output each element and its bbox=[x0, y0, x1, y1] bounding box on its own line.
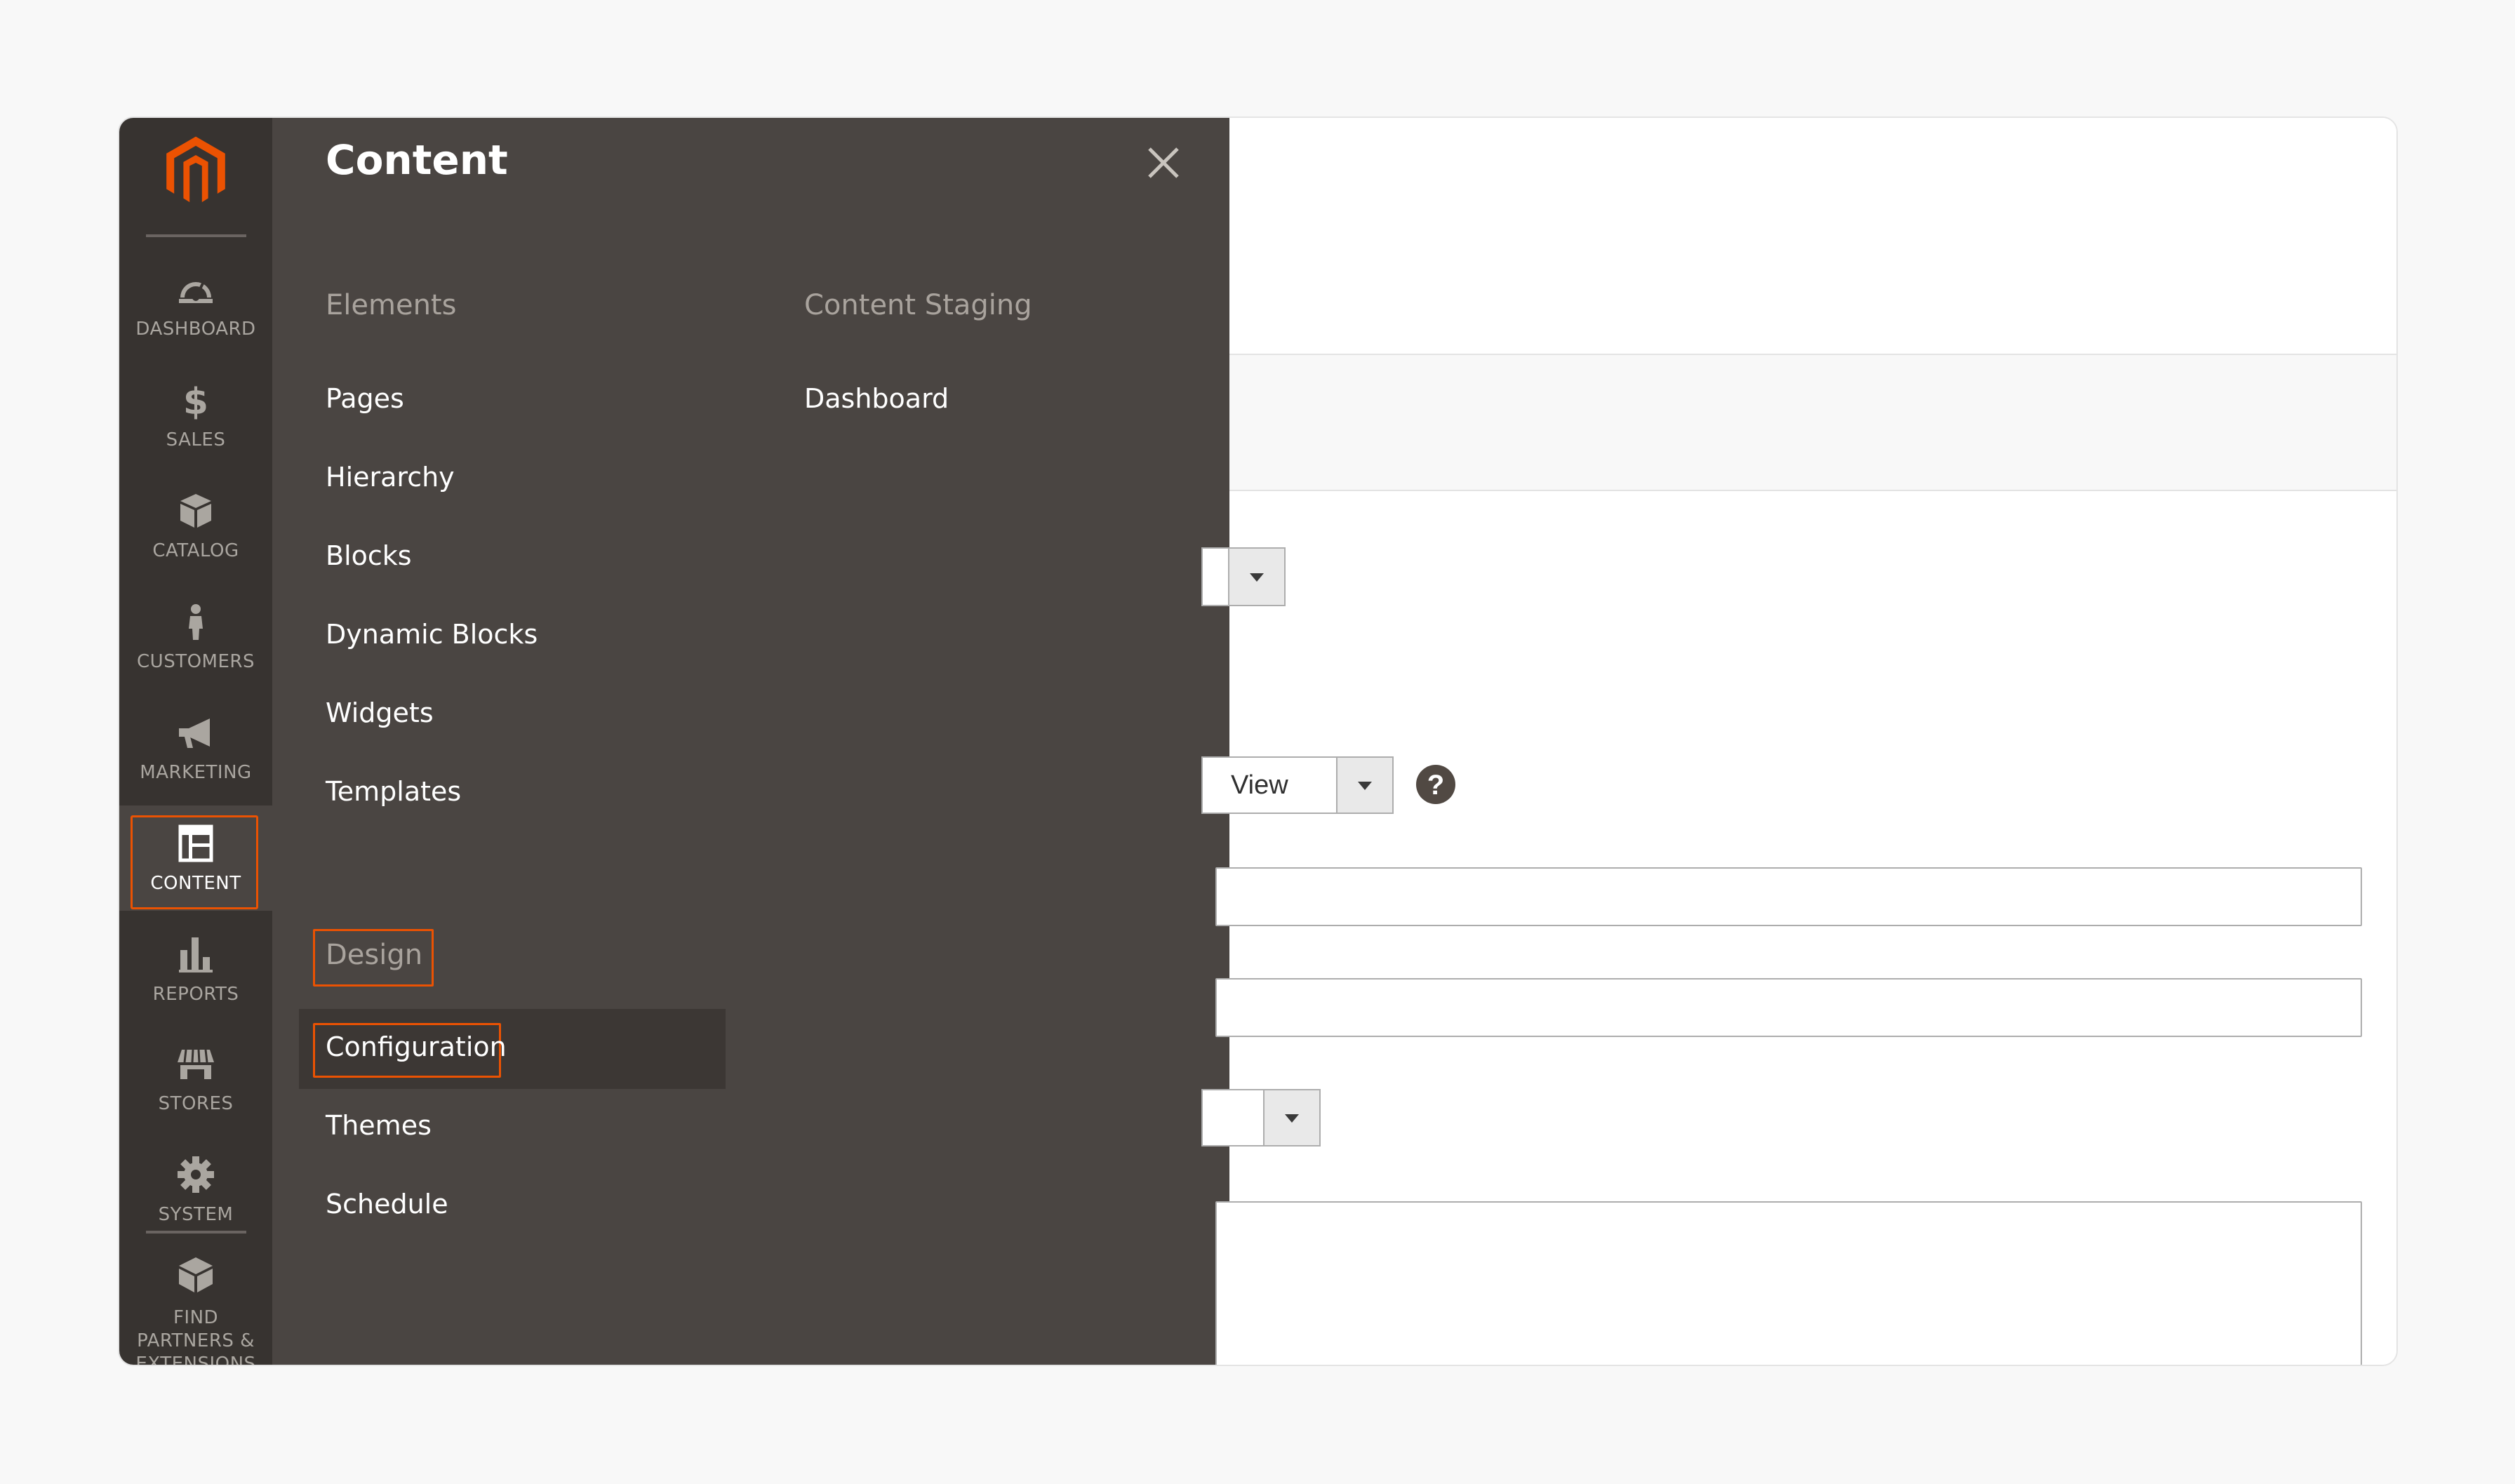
elements-section-title: Elements bbox=[326, 289, 457, 321]
admin-window: DASHBOARD $ SALES CATALOG CUSTOMERS MARK… bbox=[118, 116, 2398, 1366]
dashboard-icon bbox=[179, 282, 213, 303]
nav-item-sales[interactable]: $ SALES bbox=[119, 362, 272, 467]
dollar-icon: $ bbox=[183, 381, 208, 420]
menu-link-themes[interactable]: Themes bbox=[326, 1110, 432, 1141]
nav-label: CONTENT bbox=[150, 873, 241, 894]
select-dropdown[interactable] bbox=[1201, 547, 1286, 606]
view-select-value: View bbox=[1231, 770, 1288, 800]
nav-divider bbox=[146, 234, 246, 237]
box-icon bbox=[180, 494, 211, 528]
chevron-down-icon bbox=[1336, 758, 1392, 813]
menu-link-configuration[interactable]: Configuration bbox=[326, 1031, 507, 1062]
text-input[interactable] bbox=[1215, 978, 2362, 1037]
nav-label: CATALOG bbox=[152, 540, 239, 561]
nav-label: DASHBOARD bbox=[135, 319, 256, 340]
nav-item-customers[interactable]: CUSTOMERS bbox=[119, 584, 272, 689]
nav-label: CUSTOMERS bbox=[137, 651, 255, 672]
nav-item-marketing[interactable]: MARKETING bbox=[119, 695, 272, 800]
svg-text:$: $ bbox=[183, 381, 208, 420]
menu-link-templates[interactable]: Templates bbox=[326, 776, 461, 807]
nav-label: FIND PARTNERS & EXTENSIONS bbox=[135, 1307, 256, 1366]
bar-chart-icon bbox=[179, 937, 213, 972]
chevron-down-icon bbox=[1228, 549, 1284, 605]
select-dropdown[interactable] bbox=[1201, 1089, 1321, 1147]
help-icon[interactable]: ? bbox=[1416, 765, 1455, 804]
megaphone-icon bbox=[179, 718, 210, 748]
chevron-down-icon bbox=[1263, 1090, 1319, 1145]
content-staging-section-title: Content Staging bbox=[804, 289, 1032, 321]
nav-label: SALES bbox=[166, 429, 226, 450]
content-submenu: Content Elements Pages Hierarchy Blocks … bbox=[272, 118, 1229, 1365]
nav-item-catalog[interactable]: CATALOG bbox=[119, 473, 272, 578]
nav-item-find-partners[interactable]: FIND PARTNERS & EXTENSIONS bbox=[119, 1243, 272, 1366]
section-header-band bbox=[1229, 354, 2396, 491]
text-input[interactable] bbox=[1215, 867, 2362, 926]
view-select[interactable]: View bbox=[1201, 756, 1394, 814]
close-icon[interactable] bbox=[1144, 143, 1183, 182]
menu-link-staging-dashboard[interactable]: Dashboard bbox=[804, 383, 949, 414]
person-icon bbox=[189, 604, 203, 640]
gear-icon bbox=[178, 1156, 214, 1193]
nav-label: SYSTEM bbox=[158, 1204, 234, 1225]
page-content: View ? bbox=[1201, 118, 2396, 1365]
storefront-icon bbox=[178, 1049, 214, 1079]
nav-item-reports[interactable]: REPORTS bbox=[119, 916, 272, 1022]
nav-label: MARKETING bbox=[140, 762, 252, 783]
menu-link-blocks[interactable]: Blocks bbox=[326, 540, 412, 571]
nav-item-stores[interactable]: STORES bbox=[119, 1026, 272, 1131]
layout-icon bbox=[178, 824, 213, 862]
nav-item-content[interactable]: CONTENT bbox=[119, 805, 272, 911]
submenu-title: Content bbox=[326, 136, 508, 184]
main-nav: DASHBOARD $ SALES CATALOG CUSTOMERS MARK… bbox=[119, 118, 272, 1365]
menu-link-widgets[interactable]: Widgets bbox=[326, 697, 434, 728]
nav-label: STORES bbox=[158, 1093, 234, 1114]
nav-item-dashboard[interactable]: DASHBOARD bbox=[119, 251, 272, 356]
nav-item-system[interactable]: SYSTEM bbox=[119, 1137, 272, 1242]
nav-divider bbox=[146, 1231, 246, 1234]
cube-icon bbox=[179, 1257, 213, 1292]
menu-link-schedule[interactable]: Schedule bbox=[326, 1189, 448, 1219]
menu-link-hierarchy[interactable]: Hierarchy bbox=[326, 462, 455, 493]
menu-link-dynamic-blocks[interactable]: Dynamic Blocks bbox=[326, 619, 538, 650]
nav-label: REPORTS bbox=[152, 984, 239, 1005]
magento-logo-icon[interactable] bbox=[157, 132, 234, 209]
menu-link-pages[interactable]: Pages bbox=[326, 383, 404, 414]
design-section-title: Design bbox=[326, 939, 423, 971]
textarea[interactable] bbox=[1215, 1201, 2362, 1365]
